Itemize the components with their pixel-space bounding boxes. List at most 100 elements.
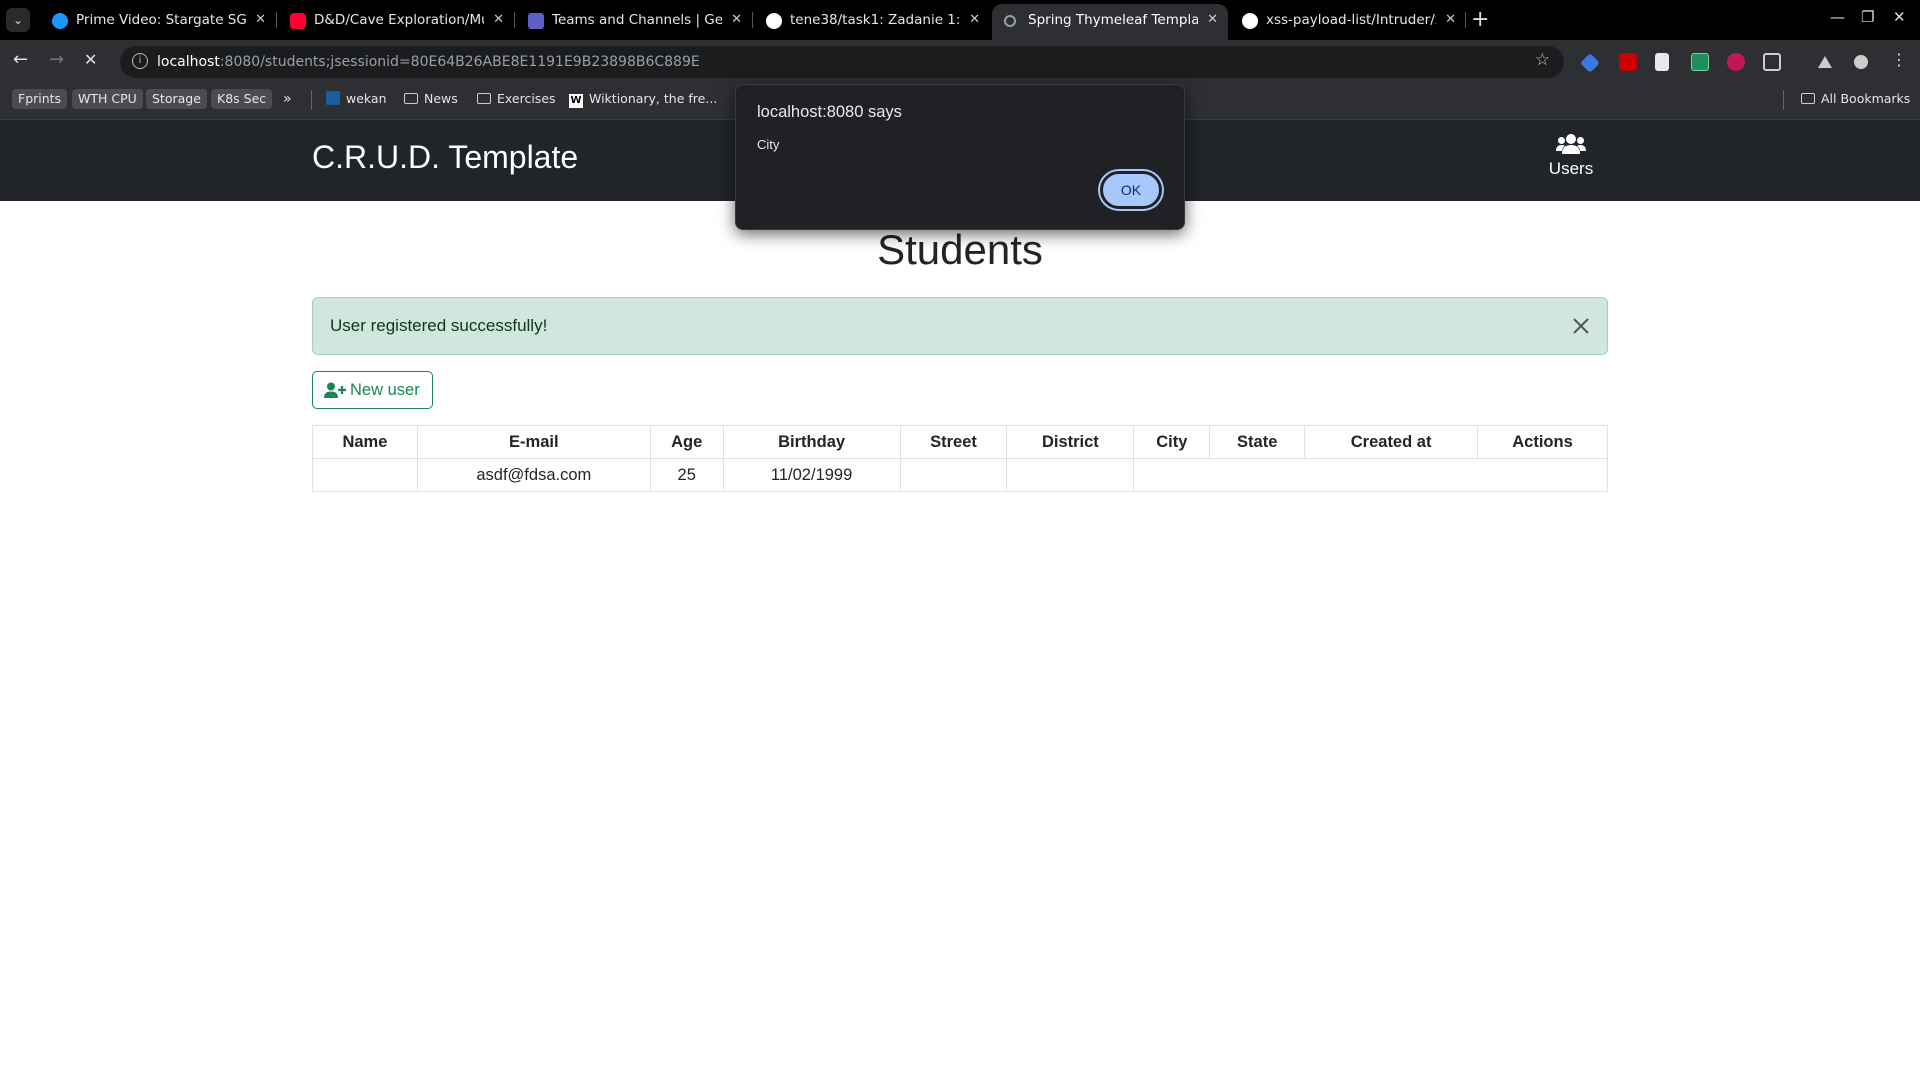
cell-age: 25 [649,458,724,492]
students-table: Name E-mail Age Birthday Street District… [312,425,1608,492]
bookmark-k8s-sec[interactable]: K8s Sec [211,89,273,109]
success-alert: User registered successfully! [312,297,1608,355]
cell-district [1006,458,1135,492]
bookmark-wekan[interactable]: wekan [326,89,387,109]
tab-teams[interactable]: Teams and Channels | Gener ✕ [516,4,752,36]
bookmark-label: wekan [346,91,387,106]
bookmark-storage[interactable]: Storage [146,89,207,109]
address-bar[interactable]: i localhost:8080/students;jsessionid=80E… [120,46,1564,78]
cell-birthday: 11/02/1999 [722,458,901,492]
tab-github-task1[interactable]: tene38/task1: Zadanie 1: dom ✕ [754,4,990,36]
bookmark-star-icon[interactable]: ☆ [1535,50,1550,70]
restore-icon[interactable]: ❐ [1861,8,1874,26]
column-header-street[interactable]: Street [899,425,1008,459]
column-header-age[interactable]: Age [649,425,724,459]
url-path: :8080/students;jsessionid=80E64B26ABE8E1… [219,54,700,70]
new-user-label: New user [350,381,420,399]
close-tab-icon[interactable]: ✕ [493,4,504,36]
column-header-district[interactable]: District [1006,425,1135,459]
column-header-email[interactable]: E-mail [416,425,651,459]
nav-users-label: Users [1548,159,1594,178]
tab-title: D&D/Cave Exploration/Music [314,12,484,28]
cell-state [1209,458,1305,492]
tab-xss-payload-list[interactable]: xss-payload-list/Intruder/xss- ✕ [1230,4,1466,36]
wekan-icon [326,91,340,105]
column-header-created-at[interactable]: Created at [1304,425,1479,459]
users-icon [1540,133,1602,157]
bookmark-separator [1783,90,1784,110]
close-window-icon[interactable]: ✕ [1893,8,1906,26]
url-host: localhost [157,54,220,70]
dialog-title: localhost:8080 says [757,103,902,121]
new-user-button[interactable]: New user [312,371,433,409]
tab-title: xss-payload-list/Intruder/xss- [1266,12,1436,28]
cell-actions [1477,458,1608,492]
close-tab-icon[interactable]: ✕ [1445,4,1456,36]
cell-email: asdf@fdsa.com [416,458,651,492]
tab-strip: ⌄ Prime Video: Stargate SG-1 (S ✕ D&D/Ca… [0,0,1920,40]
prime-video-icon [52,13,68,29]
new-tab-button[interactable]: + [1471,6,1489,34]
labs-flask-icon[interactable] [1818,56,1832,68]
bookmarks-overflow-icon[interactable]: » [283,89,292,109]
all-bookmarks-button[interactable]: All Bookmarks [1801,89,1910,109]
tab-title: Spring Thymeleaf Template [1028,12,1198,28]
minimize-icon[interactable]: — [1830,8,1845,26]
close-tab-icon[interactable]: ✕ [969,4,980,36]
bookmark-folder-exercises[interactable]: Exercises [477,89,556,109]
cell-city [1133,458,1210,492]
close-icon[interactable] [1569,314,1593,338]
teams-icon [528,13,544,29]
bookmark-wth-cpu[interactable]: WTH CPU [72,89,143,109]
puzzle-extensions-icon[interactable] [1763,53,1781,71]
cell-name [312,458,418,492]
tab-title: Prime Video: Stargate SG-1 (S [76,12,246,28]
table-row: asdf@fdsa.com 25 11/02/1999 [312,458,1608,492]
bookmark-wiktionary[interactable]: W Wiktionary, the fre... [569,89,717,109]
column-header-state[interactable]: State [1209,425,1306,459]
bookmark-separator [311,90,312,110]
alert-message: User registered successfully! [330,316,548,335]
bookmark-folder-news[interactable]: News [404,89,458,109]
document-extension-icon[interactable] [1655,53,1669,71]
site-info-icon[interactable]: i [132,53,148,69]
tab-search-button[interactable]: ⌄ [6,8,30,32]
loading-icon [1004,15,1016,27]
menu-kebab-icon[interactable]: ⋮ [1891,48,1907,72]
column-header-actions: Actions [1477,425,1608,459]
close-tab-icon[interactable]: ✕ [255,4,266,36]
site-brand[interactable]: C.R.U.D. Template [312,135,578,179]
record-extension-icon[interactable] [1727,53,1745,71]
tab-youtube[interactable]: D&D/Cave Exploration/Music ✕ [278,4,514,36]
tab-title: Teams and Channels | Gener [552,12,722,28]
forward-icon[interactable]: → [49,48,64,72]
back-icon[interactable]: ← [13,48,28,72]
nav-users-link[interactable]: Users [1540,133,1602,179]
youtube-icon [290,13,306,29]
alert-dialog: localhost:8080 says City OK [735,84,1185,230]
page-title: Students [877,226,1043,273]
tab-separator [276,12,277,28]
profile-icon[interactable] [1854,55,1868,69]
column-header-name[interactable]: Name [312,425,418,459]
dialog-ok-button[interactable]: OK [1100,171,1162,209]
tab-prime-video[interactable]: Prime Video: Stargate SG-1 (S ✕ [40,4,276,36]
github-icon [766,13,782,29]
wiktionary-icon: W [569,94,583,108]
stop-loading-icon[interactable]: ✕ [84,48,97,72]
cell-created-at [1304,458,1478,492]
user-plus-icon [324,382,346,398]
tab-spring-thymeleaf[interactable]: Spring Thymeleaf Template ✕ [992,4,1228,40]
close-tab-icon[interactable]: ✕ [731,4,742,36]
cell-street [899,458,1008,492]
column-header-birthday[interactable]: Birthday [722,425,901,459]
ublock-icon[interactable] [1619,53,1637,71]
url-text: localhost:8080/students;jsessionid=80E64… [157,46,700,78]
close-tab-icon[interactable]: ✕ [1207,4,1218,36]
folder-icon [1801,93,1815,104]
s-extension-icon[interactable] [1691,53,1709,71]
bookmark-fprints[interactable]: Fprints [12,89,68,109]
column-header-city[interactable]: City [1133,425,1211,459]
dialog-message: City [757,137,780,152]
tab-separator [1465,12,1466,28]
